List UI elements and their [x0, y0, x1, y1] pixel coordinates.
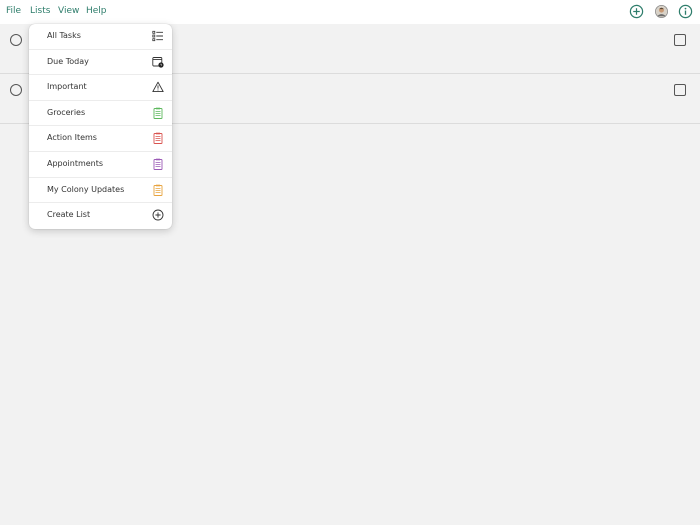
menu-item-label: Important [47, 82, 87, 92]
clipboard-icon [152, 132, 164, 145]
clipboard-icon [152, 107, 164, 119]
menu-item-important[interactable]: Important [29, 75, 172, 101]
list-icon [152, 30, 164, 42]
menu-item-my-colony-updates[interactable]: My Colony Updates [29, 178, 172, 204]
menu-item-label: Create List [47, 210, 91, 220]
clipboard-icon [152, 158, 164, 170]
warning-icon [152, 81, 164, 93]
menu-bar: File Lists View Help [0, 0, 700, 24]
add-icon[interactable] [629, 4, 645, 20]
calendar-clock-icon [152, 56, 164, 68]
menu-item-label: Action Items [47, 133, 97, 143]
menu-help[interactable]: Help [86, 6, 107, 16]
avatar[interactable] [654, 4, 670, 20]
menu-item-create-list[interactable]: Create List [29, 203, 172, 229]
menu-item-all-tasks[interactable]: All Tasks [29, 24, 172, 50]
menu-item-label: All Tasks [47, 31, 81, 40]
lists-menu: All Tasks Due Today Important Groceries … [29, 24, 172, 229]
complete-toggle[interactable] [10, 84, 22, 96]
info-icon[interactable] [678, 4, 694, 20]
add-circle-icon [152, 209, 164, 221]
flag-checkbox[interactable] [674, 84, 686, 96]
clipboard-icon [152, 184, 164, 196]
menu-item-label: Appointments [47, 158, 104, 168]
menu-file[interactable]: File [6, 6, 21, 16]
menu-lists[interactable]: Lists [30, 6, 50, 16]
menu-item-appointments[interactable]: Appointments [29, 152, 172, 178]
menu-item-action-items[interactable]: Action Items [29, 126, 172, 152]
flag-checkbox[interactable] [674, 34, 686, 46]
menu-item-label: My Colony Updates [47, 184, 125, 194]
menu-view[interactable]: View [58, 6, 79, 16]
complete-toggle[interactable] [10, 34, 22, 46]
menu-item-due-today[interactable]: Due Today [29, 50, 172, 76]
menu-item-label: Groceries [47, 107, 86, 117]
menu-item-groceries[interactable]: Groceries [29, 101, 172, 127]
menu-item-label: Due Today [47, 56, 89, 66]
